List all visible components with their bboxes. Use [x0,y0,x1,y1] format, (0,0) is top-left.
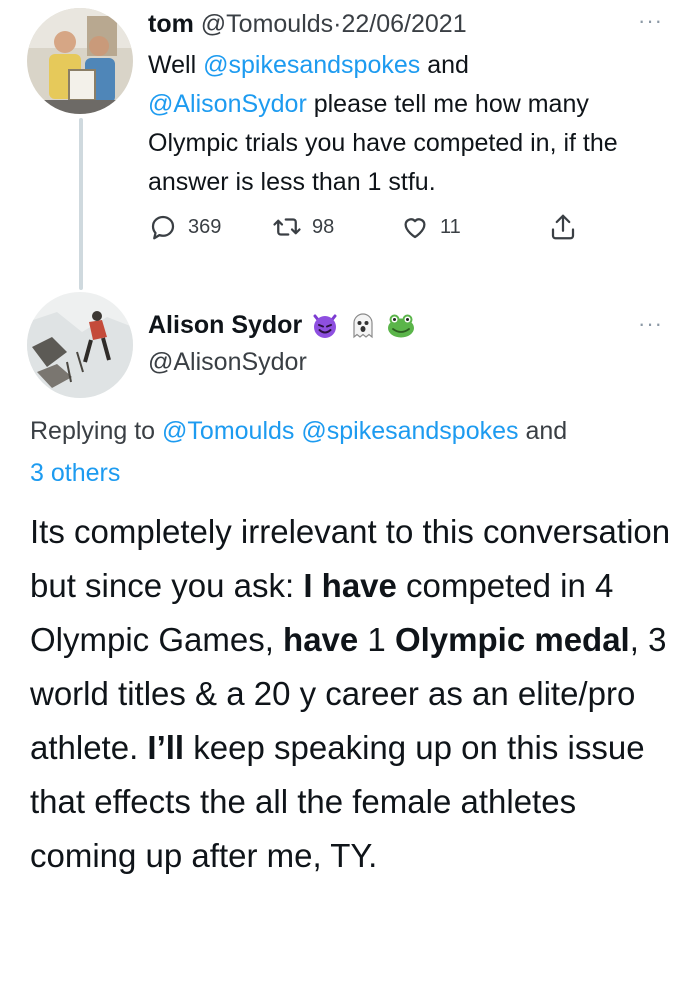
reply-icon [151,215,175,240]
text-segment: Well [148,51,204,79]
heart-icon [404,218,426,239]
tweet-text: Well @spikesandspokes and @AlisonSydor p… [148,46,678,202]
replying-to-line: Replying to @Tomoulds @spikesandspokes a… [30,410,680,494]
author-handle[interactable]: @Tomoulds [201,10,333,38]
retweet-count: 98 [312,215,335,238]
bold-text-segment: Olympic medal [394,621,630,658]
replying-prefix: Replying to [30,417,163,445]
replying-joiner: and [518,417,568,445]
more-options-icon[interactable]: ··· [638,10,663,32]
tweet-text: Its completely irrelevant to this conver… [30,505,690,883]
more-options-icon[interactable]: ··· [638,313,663,335]
like-count: 11 [440,215,461,238]
tweet-actions: 369 98 11 [148,212,588,252]
bold-text-segment: have [283,621,359,658]
bold-text-segment: I have [303,567,397,604]
mention-link[interactable]: @Tomoulds [162,417,294,445]
author-name[interactable]: tom [148,10,194,38]
share-icon [551,214,575,240]
mention-link[interactable]: @spikesandspokes [203,51,420,79]
alison-avatar-photo [27,292,133,398]
tweet-header: Alison Sydor [148,310,416,340]
share-button[interactable] [548,212,578,242]
reply-button[interactable]: 369 [148,212,221,242]
author-handle[interactable]: @AlisonSydor [148,348,307,377]
retweet-button[interactable]: 98 [272,212,334,242]
like-button[interactable]: 11 [400,212,461,242]
bold-text-segment: I’ll [147,729,185,766]
avatar[interactable] [27,8,133,114]
smiling-devil-emoji-icon [310,310,340,340]
text-segment: 1 [358,621,395,658]
reply-count: 369 [188,215,222,238]
author-name[interactable]: Alison Sydor [148,311,302,340]
frog-emoji-icon [386,310,416,340]
tweet-date[interactable]: 22/06/2021 [341,10,466,38]
mention-link[interactable]: @AlisonSydor [148,90,307,118]
mention-link[interactable]: @spikesandspokes [301,417,518,445]
tweet-header: tom @Tomoulds·22/06/2021 [148,8,467,40]
text-segment: and [420,51,469,79]
replying-others-link[interactable]: 3 others [30,459,120,487]
avatar[interactable] [27,292,133,398]
tom-avatar-photo [27,8,133,114]
ghost-emoji-icon [348,310,378,340]
retweet-icon [273,218,301,236]
thread-connector-line [79,118,83,290]
